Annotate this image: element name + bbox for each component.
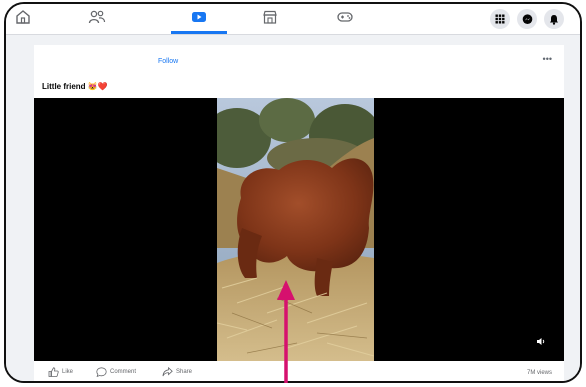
annotation-arrow — [277, 280, 295, 383]
